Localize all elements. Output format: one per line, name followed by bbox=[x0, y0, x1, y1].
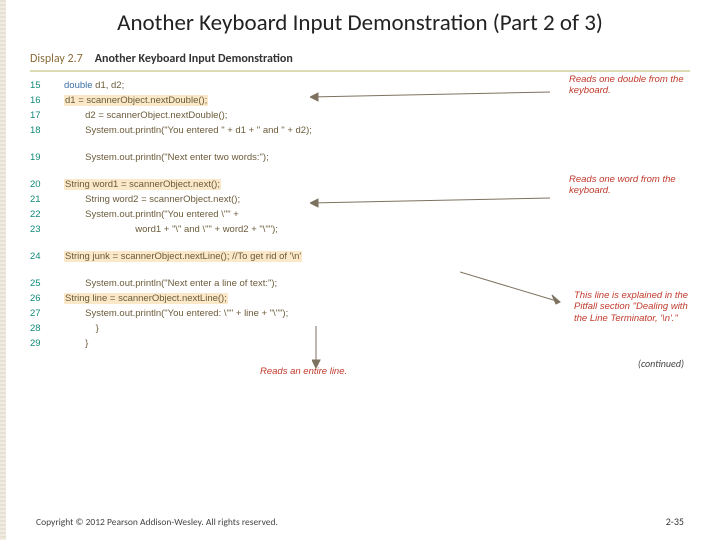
line-number: 21 bbox=[30, 194, 64, 205]
slide-title: Another Keyboard Input Demonstration (Pa… bbox=[0, 0, 720, 42]
annotation-double: Reads one double from the keyboard. bbox=[569, 74, 694, 98]
page-number: 2-35 bbox=[666, 515, 684, 528]
copyright: Copyright © 2012 Pearson Addison-Wesley.… bbox=[36, 516, 278, 528]
divider bbox=[30, 70, 690, 72]
arrow-icon bbox=[460, 268, 570, 308]
display-box: Display 2.7 Another Keyboard Input Demon… bbox=[30, 50, 690, 351]
arrow-icon bbox=[312, 324, 352, 374]
arrow-icon bbox=[310, 196, 560, 210]
line-number: 19 bbox=[30, 152, 64, 163]
code-listing: Reads one double from the keyboard. Read… bbox=[30, 78, 690, 351]
line-number: 24 bbox=[30, 251, 64, 262]
line-number: 18 bbox=[30, 125, 64, 136]
code-text: double d1, d2; bbox=[64, 80, 124, 91]
code-line: 25 System.out.println("Next enter a line… bbox=[30, 276, 690, 291]
line-number: 25 bbox=[30, 278, 64, 289]
code-line: 17 d2 = scannerObject.nextDouble(); bbox=[30, 108, 690, 123]
line-number: 20 bbox=[30, 179, 64, 190]
code-line: 29 } bbox=[30, 336, 690, 351]
line-number: 29 bbox=[30, 338, 64, 349]
code-text: String junk = scannerObject.nextLine(); … bbox=[64, 251, 302, 262]
code-text: word1 + "\" and \"" + word2 + "\""); bbox=[64, 224, 278, 235]
code-text: System.out.println("Next enter two words… bbox=[64, 152, 269, 163]
code-text: d2 = scannerObject.nextDouble(); bbox=[64, 110, 227, 121]
code-text: d1 = scannerObject.nextDouble(); bbox=[64, 95, 208, 106]
decorative-stripe bbox=[0, 0, 6, 540]
display-header: Display 2.7 Another Keyboard Input Demon… bbox=[30, 50, 690, 70]
slide: { "title": "Another Keyboard Input Demon… bbox=[0, 0, 720, 540]
code-text: System.out.println("You entered " + d1 +… bbox=[64, 125, 312, 136]
code-text: System.out.println("You entered: \"" + l… bbox=[64, 308, 288, 319]
code-line: 23 word1 + "\" and \"" + word2 + "\""); bbox=[30, 222, 690, 237]
code-line: 19 System.out.println("Next enter two wo… bbox=[30, 150, 690, 165]
line-number: 26 bbox=[30, 293, 64, 304]
code-text: String word2 = scannerObject.next(); bbox=[64, 194, 240, 205]
code-line bbox=[30, 138, 690, 150]
code-line bbox=[30, 237, 690, 249]
annotation-junk: This line is explained in the Pitfall se… bbox=[574, 290, 694, 326]
line-number: 27 bbox=[30, 308, 64, 319]
line-number: 28 bbox=[30, 323, 64, 334]
display-heading: Another Keyboard Input Demonstration bbox=[95, 52, 293, 66]
line-number: 22 bbox=[30, 209, 64, 220]
arrow-icon bbox=[310, 90, 560, 104]
code-line bbox=[30, 264, 690, 276]
code-text: String word1 = scannerObject.next(); bbox=[64, 179, 221, 190]
code-text: } bbox=[64, 338, 88, 349]
line-number: 23 bbox=[30, 224, 64, 235]
annotation-word: Reads one word from the keyboard. bbox=[569, 174, 694, 198]
code-line: 24 String junk = scannerObject.nextLine(… bbox=[30, 249, 690, 264]
code-text: } bbox=[64, 323, 99, 334]
line-number: 15 bbox=[30, 80, 64, 91]
line-number: 16 bbox=[30, 95, 64, 106]
display-label: Display 2.7 bbox=[30, 52, 83, 66]
code-line: 18 System.out.println("You entered " + d… bbox=[30, 123, 690, 138]
code-text: System.out.println("Next enter a line of… bbox=[64, 278, 277, 289]
code-text: String line = scannerObject.nextLine(); bbox=[64, 293, 228, 304]
code-text: System.out.println("You entered \"" + bbox=[64, 209, 239, 220]
line-number: 17 bbox=[30, 110, 64, 121]
